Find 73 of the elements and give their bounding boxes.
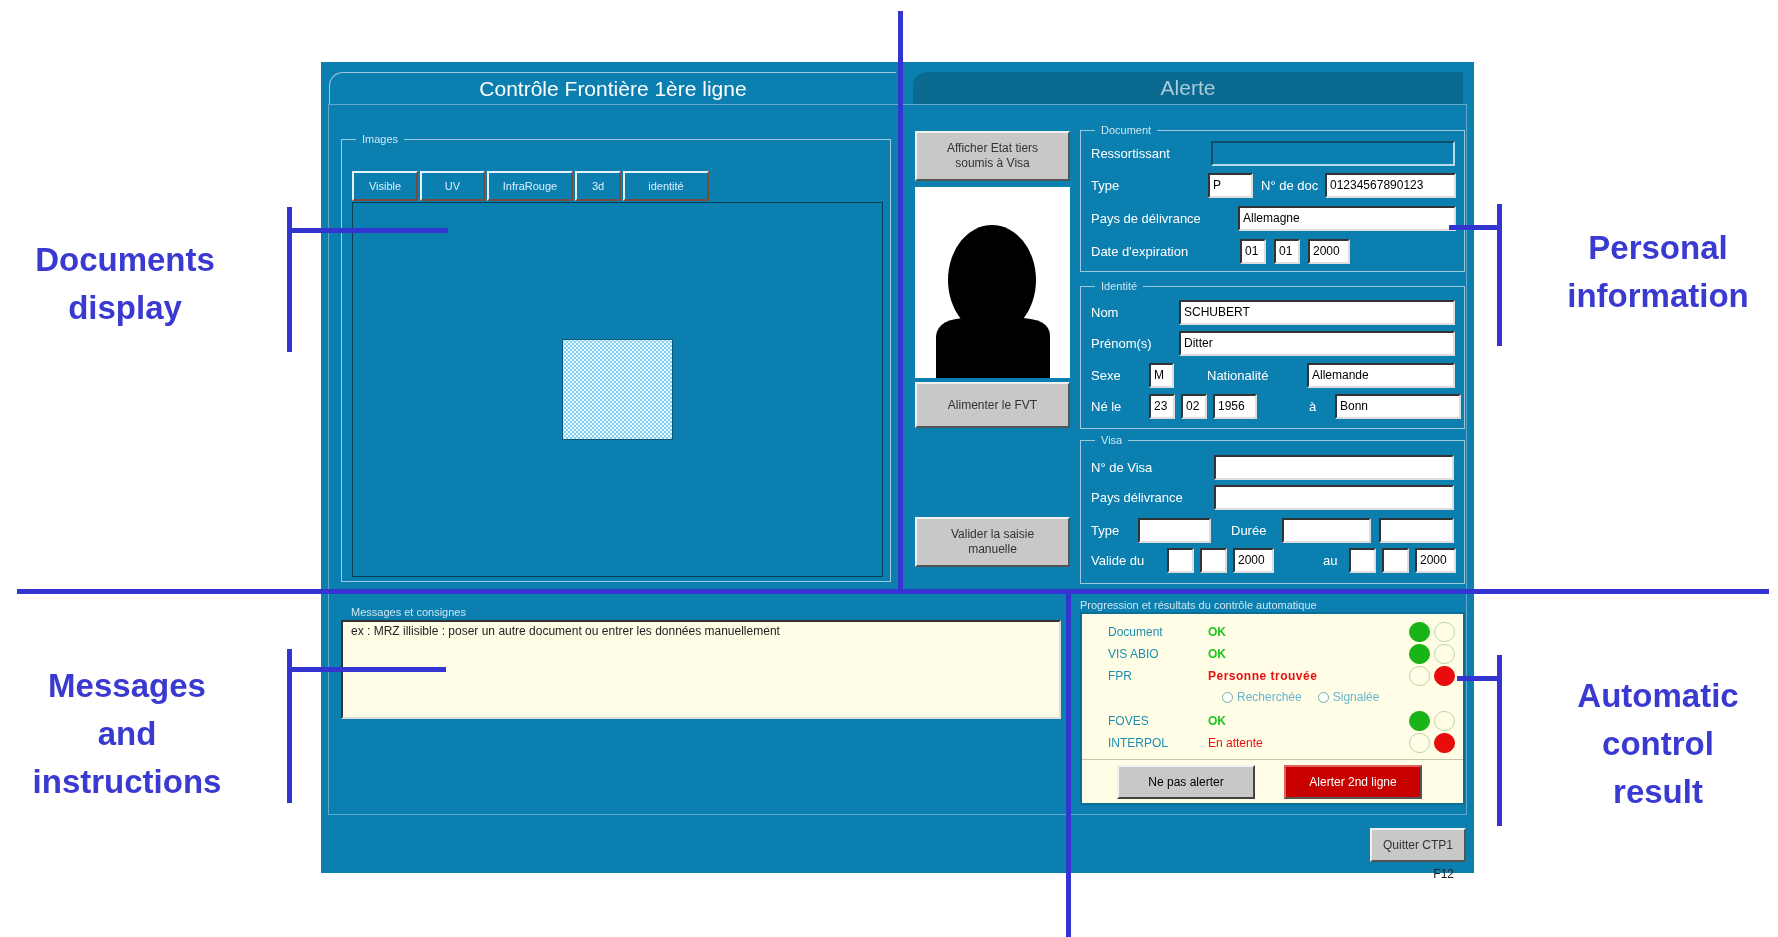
field-label: Prénom(s) <box>1091 334 1153 353</box>
annotation-label: Messages and instructions <box>32 666 222 802</box>
check-label: FPR <box>1108 668 1133 685</box>
quit-button[interactable]: Quitter CTP1 <box>1370 828 1466 862</box>
check-label: VIS ABIO <box>1108 646 1160 663</box>
input-field[interactable]: 1956 <box>1213 394 1257 419</box>
input-field[interactable] <box>1349 548 1376 573</box>
check-label: FOVES <box>1108 713 1150 730</box>
field-label: Date d'expiration <box>1091 242 1190 261</box>
input-field[interactable]: M <box>1149 363 1174 388</box>
field-label: N° de Visa <box>1091 458 1154 477</box>
input-field[interactable] <box>1379 518 1454 543</box>
group-legend: Progression et résultats du contrôle automatique <box>1080 599 1466 612</box>
input-field[interactable]: 01 <box>1240 239 1266 264</box>
input-field[interactable]: Allemande <box>1307 363 1455 388</box>
window-tab[interactable]: Alerte <box>913 72 1463 104</box>
action-button[interactable]: Alerter 2nd ligne <box>1284 765 1422 799</box>
field-label: au <box>1323 551 1339 570</box>
input-field[interactable]: 01234567890123 <box>1325 173 1456 198</box>
window-tab[interactable]: Contrôle Frontière 1ère ligne <box>329 72 896 104</box>
input-field[interactable] <box>1214 455 1454 480</box>
image-tab[interactable]: InfraRouge <box>487 171 573 201</box>
input-field[interactable] <box>1214 485 1454 510</box>
input-field[interactable]: 2000 <box>1308 239 1350 264</box>
input-field[interactable]: Bonn <box>1335 394 1461 419</box>
field-label: Valide du <box>1091 551 1146 570</box>
action-button[interactable]: Afficher Etat tiers soumis à Visa <box>915 131 1070 181</box>
field-label: Type <box>1091 176 1121 195</box>
field-label: Type <box>1091 521 1121 540</box>
field-label: Pays de délivrance <box>1091 209 1202 228</box>
image-tab[interactable]: identité <box>623 171 709 201</box>
input-field[interactable]: 01 <box>1274 239 1300 264</box>
field-label: Né le <box>1091 397 1123 416</box>
field-label: à <box>1309 397 1318 416</box>
check-label: INTERPOL <box>1108 735 1169 752</box>
input-field[interactable]: SCHUBERT <box>1179 300 1455 325</box>
input-field[interactable]: 23 <box>1149 394 1175 419</box>
field-label: N° de doc <box>1261 176 1320 195</box>
annotation-label: Personal information <box>1567 228 1749 316</box>
action-button[interactable]: Alimenter le FVT <box>915 382 1070 428</box>
annotation-label: Automatic control result <box>1577 676 1739 812</box>
input-field[interactable]: 02 <box>1181 394 1207 419</box>
annotation-label: Documents display <box>35 240 215 328</box>
input-field[interactable] <box>1167 548 1194 573</box>
check-result: OK <box>1208 646 1227 663</box>
action-button[interactable]: Ne pas alerter <box>1117 765 1255 799</box>
check-result: Personne trouvée <box>1208 668 1319 685</box>
field-label: Sexe <box>1091 366 1122 385</box>
group-legend: Messages et consignes <box>351 606 906 619</box>
field-label: Pays délivrance <box>1091 488 1184 507</box>
input-field[interactable] <box>1382 548 1409 573</box>
action-button[interactable]: Valider la saisie manuelle <box>915 517 1070 567</box>
image-tab[interactable]: Visible <box>352 171 418 201</box>
field-label: Ressortissant <box>1091 144 1171 163</box>
input-field[interactable]: Ditter <box>1179 331 1455 356</box>
field-label: Nom <box>1091 303 1120 322</box>
image-tab[interactable]: 3d <box>575 171 621 201</box>
input-field[interactable]: Allemagne <box>1238 206 1456 231</box>
input-field[interactable]: 2000 <box>1415 548 1456 573</box>
field-label: Nationalité <box>1207 366 1270 385</box>
field-label: Durée <box>1231 521 1268 540</box>
check-label: Document <box>1108 624 1164 641</box>
input-field[interactable]: P <box>1208 173 1253 198</box>
input-field[interactable]: 2000 <box>1233 548 1274 573</box>
check-result: OK <box>1208 624 1227 641</box>
input-field[interactable] <box>1138 518 1211 543</box>
input-field[interactable] <box>1282 518 1371 543</box>
checkered-placeholder-icon <box>562 339 673 440</box>
image-tab[interactable]: UV <box>420 171 485 201</box>
check-result: OK <box>1208 713 1227 730</box>
input-field[interactable] <box>1200 548 1227 573</box>
messages-box: ex : MRZ illisible : poser un autre document ou entrer les données manuellement <box>341 620 1061 719</box>
check-result: En attente <box>1208 735 1264 752</box>
